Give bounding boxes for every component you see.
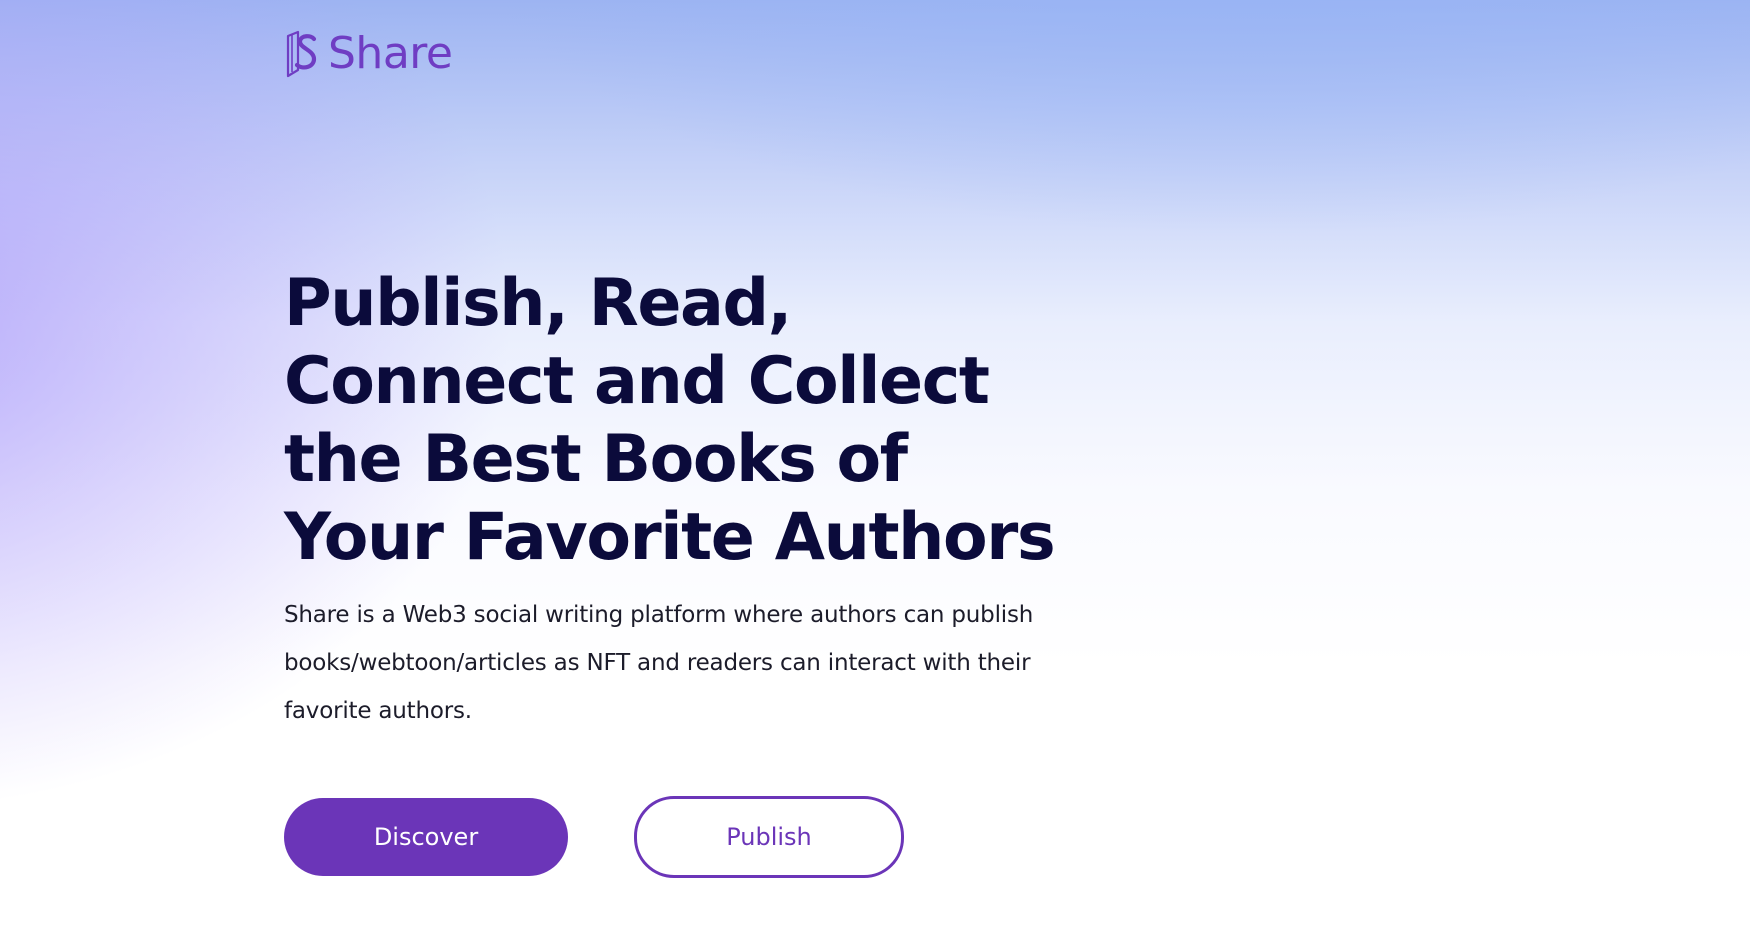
publish-button[interactable]: Publish [634, 796, 904, 878]
hero-title: Publish, Read, Connect and Collect the B… [284, 266, 1056, 575]
discover-button[interactable]: Discover [284, 798, 568, 876]
book-s-icon [286, 30, 317, 78]
brand-name: Share [328, 28, 453, 79]
brand-logo[interactable]: Share [284, 28, 453, 79]
hero-section: Publish, Read, Connect and Collect the B… [284, 265, 1074, 735]
hero-description: Share is a Web3 social writing platform … [284, 602, 1034, 724]
cta-row: Discover Publish [284, 796, 904, 878]
